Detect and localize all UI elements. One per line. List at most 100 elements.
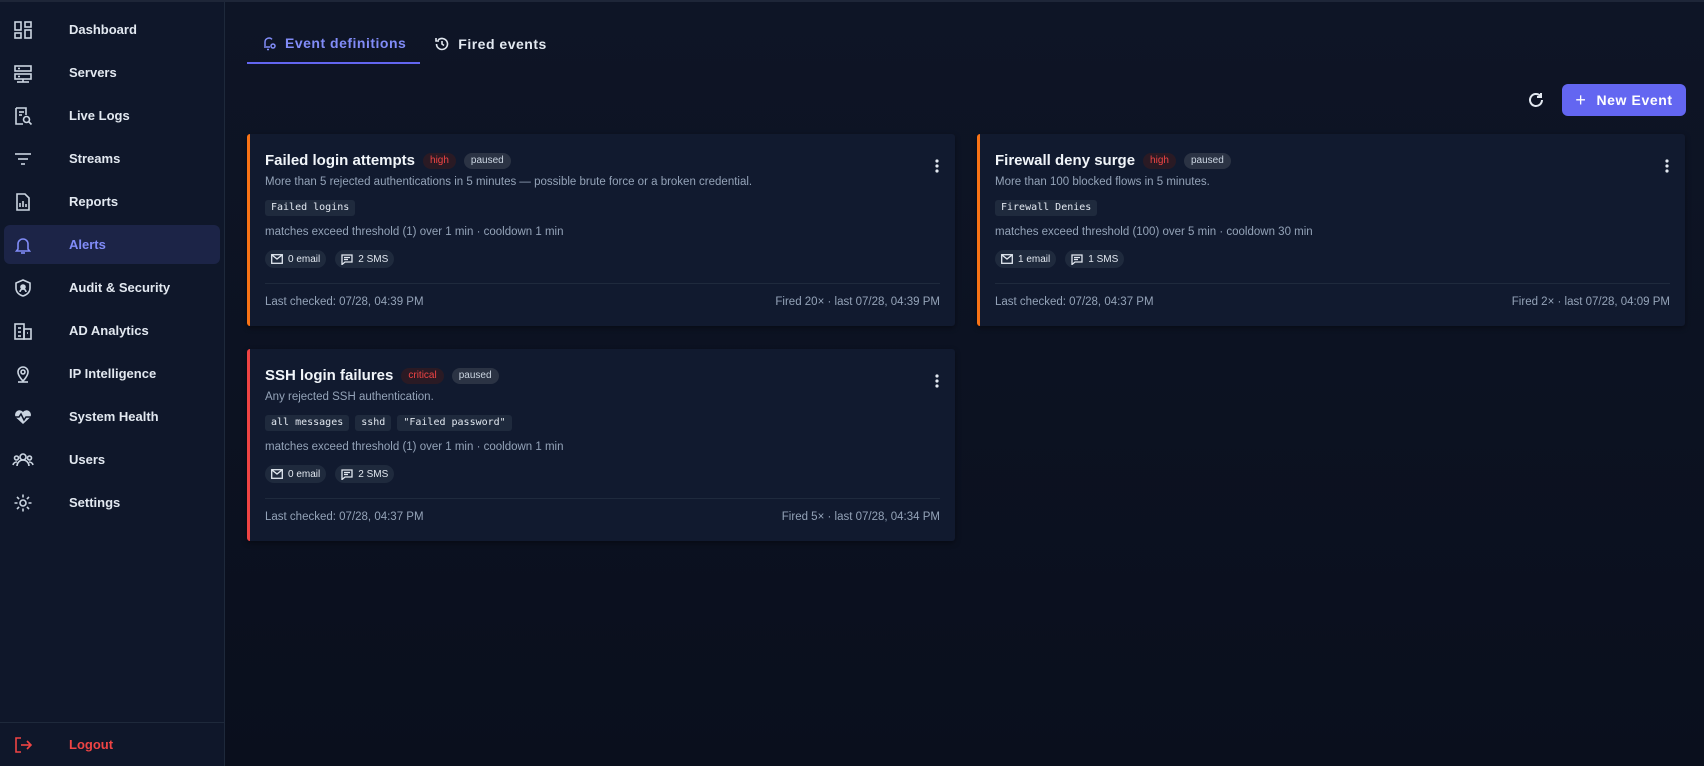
more-options-button[interactable] bbox=[927, 371, 947, 391]
servers-icon bbox=[12, 62, 34, 84]
sms-count-label: 2 SMS bbox=[358, 253, 389, 265]
heart-pulse-icon bbox=[12, 406, 34, 428]
stream-chips: Failed logins bbox=[265, 200, 361, 216]
event-rule: matches exceed threshold (1) over 1 min … bbox=[265, 441, 564, 453]
event-rule: matches exceed threshold (1) over 1 min … bbox=[265, 226, 564, 238]
chat-icon bbox=[341, 468, 353, 480]
last-checked: Last checked: 07/28, 04:37 PM bbox=[995, 296, 1154, 308]
live-logs-icon bbox=[12, 105, 34, 127]
stream-chip: all messages bbox=[265, 415, 350, 431]
bell-icon bbox=[12, 234, 34, 256]
email-count-label: 0 email bbox=[288, 253, 321, 265]
sidebar-item-label: IP Intelligence bbox=[69, 366, 157, 381]
sms-count: 2 SMS bbox=[335, 250, 395, 268]
event-description: Any rejected SSH authentication. bbox=[265, 391, 434, 403]
email-count: 0 email bbox=[265, 465, 327, 483]
sidebar-item-label: Streams bbox=[69, 151, 121, 166]
chat-icon bbox=[341, 253, 353, 265]
divider bbox=[995, 283, 1670, 284]
query-chip: "Failed password" bbox=[397, 415, 512, 431]
event-card: Firewall deny surge high paused More tha… bbox=[977, 134, 1685, 326]
chat-icon bbox=[1071, 253, 1083, 265]
notification-summary: 1 email 1 SMS bbox=[995, 250, 1133, 268]
tab-fired-events[interactable]: Fired events bbox=[420, 24, 560, 64]
tab-event-definitions[interactable]: Event definitions bbox=[247, 24, 421, 64]
refresh-icon bbox=[1527, 91, 1545, 109]
sidebar-item-label: Dashboard bbox=[69, 22, 137, 37]
new-event-button[interactable]: + New Event bbox=[1562, 84, 1686, 116]
last-checked: Last checked: 07/28, 04:39 PM bbox=[265, 296, 424, 308]
severity-badge: high bbox=[423, 152, 456, 169]
sidebar-item-label: System Health bbox=[69, 409, 159, 424]
sidebar-item-system-health[interactable]: System Health bbox=[4, 397, 220, 436]
kebab-icon bbox=[1665, 159, 1669, 173]
more-options-button[interactable] bbox=[1657, 156, 1677, 176]
sidebar-item-label: Audit & Security bbox=[69, 280, 171, 295]
main-content: Event definitions Fired events + New Eve… bbox=[225, 2, 1704, 766]
sidebar-item-label: Servers bbox=[69, 65, 117, 80]
bell-gear-icon bbox=[261, 35, 277, 51]
sidebar-item-alerts[interactable]: Alerts bbox=[4, 225, 220, 264]
more-options-button[interactable] bbox=[927, 156, 947, 176]
sidebar-item-label: Users bbox=[69, 452, 106, 467]
location-pin-icon bbox=[12, 363, 34, 385]
sidebar-item-label: Live Logs bbox=[69, 108, 130, 123]
fired-summary: Fired 2× · last 07/28, 04:09 PM bbox=[1511, 296, 1670, 308]
sidebar-item-label: AD Analytics bbox=[69, 323, 149, 338]
status-badge: paused bbox=[451, 367, 499, 384]
plus-icon: + bbox=[1575, 89, 1587, 110]
sidebar-item-ip-intelligence[interactable]: IP Intelligence bbox=[4, 354, 220, 393]
sidebar-item-label: Alerts bbox=[69, 237, 106, 252]
sidebar-item-dashboard[interactable]: Dashboard bbox=[4, 10, 220, 49]
mail-icon bbox=[271, 254, 283, 264]
event-title: Firewall deny surge bbox=[995, 152, 1136, 169]
event-title: Failed login attempts bbox=[265, 152, 416, 169]
sidebar-item-ad-analytics[interactable]: AD Analytics bbox=[4, 311, 220, 350]
divider bbox=[265, 283, 940, 284]
notification-summary: 0 email 2 SMS bbox=[265, 465, 403, 483]
sidebar-item-audit-security[interactable]: Audit & Security bbox=[4, 268, 220, 307]
severity-badge: critical bbox=[401, 367, 444, 384]
users-icon bbox=[12, 449, 34, 471]
sms-count-label: 1 SMS bbox=[1088, 253, 1119, 265]
event-rule: matches exceed threshold (100) over 5 mi… bbox=[995, 226, 1313, 238]
gear-icon bbox=[12, 492, 34, 514]
sidebar-item-label: Reports bbox=[69, 194, 119, 209]
sidebar-item-streams[interactable]: Streams bbox=[4, 139, 220, 178]
mail-icon bbox=[1001, 254, 1013, 264]
logout-icon bbox=[12, 734, 34, 756]
history-icon bbox=[434, 36, 450, 52]
stream-chips: all messages sshd "Failed password" bbox=[265, 415, 518, 431]
dashboard-icon bbox=[12, 19, 34, 41]
tab-label: Event definitions bbox=[285, 35, 407, 51]
event-card: SSH login failures critical paused Any r… bbox=[247, 349, 955, 541]
sidebar-item-live-logs[interactable]: Live Logs bbox=[4, 96, 220, 135]
sms-count-label: 2 SMS bbox=[358, 468, 389, 480]
fired-summary: Fired 5× · last 07/28, 04:34 PM bbox=[781, 511, 940, 523]
kebab-icon bbox=[935, 374, 939, 388]
stream-chip: sshd bbox=[355, 415, 392, 431]
streams-icon bbox=[12, 148, 34, 170]
sidebar-item-servers[interactable]: Servers bbox=[4, 53, 220, 92]
sidebar-item-reports[interactable]: Reports bbox=[4, 182, 220, 221]
logout-label: Logout bbox=[69, 737, 114, 752]
stream-chip: Failed logins bbox=[265, 200, 356, 216]
shield-icon bbox=[12, 277, 34, 299]
kebab-icon bbox=[935, 159, 939, 173]
logout-button[interactable]: Logout bbox=[0, 722, 224, 766]
last-checked: Last checked: 07/28, 04:37 PM bbox=[265, 511, 424, 523]
event-description: More than 5 rejected authentications in … bbox=[265, 176, 753, 188]
sidebar-item-settings[interactable]: Settings bbox=[4, 483, 220, 522]
sidebar-item-users[interactable]: Users bbox=[4, 440, 220, 479]
email-count: 1 email bbox=[995, 250, 1057, 268]
sidebar-nav: Dashboard Servers Live Logs Streams Repo… bbox=[0, 2, 224, 522]
refresh-button[interactable] bbox=[1522, 86, 1550, 114]
email-count: 0 email bbox=[265, 250, 327, 268]
event-title: SSH login failures bbox=[265, 367, 394, 384]
building-icon bbox=[12, 320, 34, 342]
app-window: Dashboard Servers Live Logs Streams Repo… bbox=[0, 0, 1704, 766]
email-count-label: 0 email bbox=[288, 468, 321, 480]
tab-bar: Event definitions Fired events bbox=[247, 24, 561, 64]
mail-icon bbox=[271, 469, 283, 479]
stream-chip: Firewall Denies bbox=[995, 200, 1098, 216]
